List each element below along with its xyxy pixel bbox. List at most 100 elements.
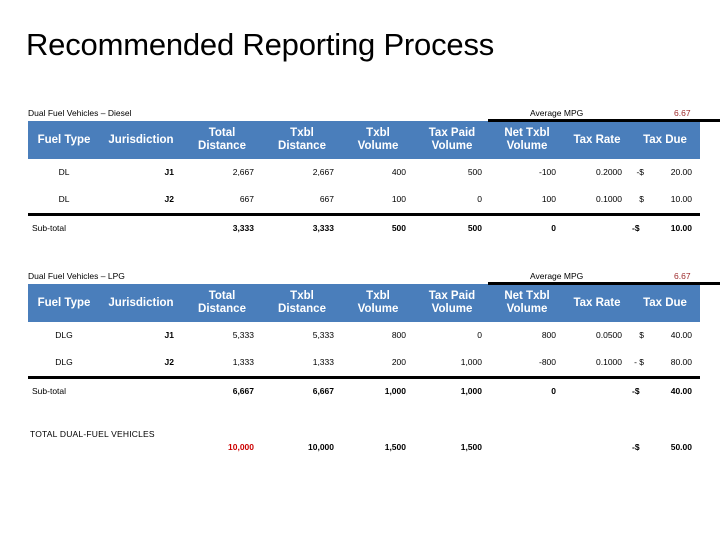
cell-tax-rate xyxy=(564,213,630,241)
cell-tax-due: 20.00 xyxy=(670,167,693,177)
column-header-tax-paid-volume[interactable]: Tax Paid Volume xyxy=(414,121,490,159)
column-header-txbl-distance[interactable]: Txbl Distance xyxy=(262,121,342,159)
cell-tax-paid-volume: 1,000 xyxy=(414,376,490,404)
cell-fuel-type: DLG xyxy=(55,357,73,367)
cell-fuel-type: DLG xyxy=(55,330,73,340)
cell-txbl-volume: 1,000 xyxy=(342,376,414,404)
table-block-diesel: Dual Fuel Vehicles – Diesel Average MPG … xyxy=(28,108,720,241)
column-header-line2: Volume xyxy=(357,140,399,152)
column-header-line2: Distance xyxy=(278,303,326,315)
cell-txbl-distance: 3,333 xyxy=(262,213,342,241)
cell-tax-rate: 0.1000 xyxy=(596,357,622,367)
cell-tax-due-sign: - $ xyxy=(634,357,644,367)
slide-canvas: Recommended Reporting Process Dual Fuel … xyxy=(0,0,720,540)
column-header-line1: Tax Paid xyxy=(428,290,476,302)
column-header-jurisdiction[interactable]: Jurisdiction xyxy=(100,121,182,159)
grand-total-table: TOTAL DUAL-FUEL VEHICLES 10,000 10,000 1… xyxy=(28,415,700,453)
column-header-line2: Volume xyxy=(357,303,399,315)
column-header-txbl-volume[interactable]: Txbl Volume xyxy=(342,121,414,159)
cell-total-distance: 3,333 xyxy=(182,213,262,241)
cell-tax-due: 80.00 xyxy=(670,357,693,367)
average-mpg-label: Average MPG xyxy=(530,271,584,281)
cell-net-txbl-volume: 0 xyxy=(490,213,564,241)
column-header-net-txbl-volume[interactable]: Net Txbl Volume xyxy=(490,121,564,159)
column-header-tax-due[interactable]: Tax Due xyxy=(630,121,701,159)
column-header-tax-paid-volume[interactable]: Tax Paid Volume xyxy=(414,284,490,322)
cell-tax-due-sign: -$ xyxy=(636,167,644,177)
cell-net-txbl-volume: -100 xyxy=(538,167,556,177)
cell-jurisdiction: J2 xyxy=(164,194,174,204)
column-header-line1: Total xyxy=(208,127,236,139)
column-header-line2: Volume xyxy=(506,303,548,315)
mpg-underline-rule xyxy=(488,282,720,285)
cell-total-distance: 6,667 xyxy=(182,376,262,404)
column-header-txbl-volume[interactable]: Txbl Volume xyxy=(342,284,414,322)
table-row[interactable]: DL J1 2,667 2,667 400 500 -100 0.2000 -$… xyxy=(28,159,700,186)
cell-jurisdiction: J2 xyxy=(164,357,174,367)
cell-tax-rate xyxy=(564,376,630,404)
table-row[interactable]: DLG J1 5,333 5,333 800 0 800 0.0500 $ 40… xyxy=(28,322,700,349)
column-header-line1: Txbl xyxy=(366,127,390,139)
cell-txbl-volume: 800 xyxy=(391,330,406,340)
cell-tax-rate xyxy=(564,415,630,453)
cell-txbl-volume: 200 xyxy=(391,357,406,367)
table-row[interactable]: DLG J2 1,333 1,333 200 1,000 -800 0.1000… xyxy=(28,349,700,378)
average-mpg-strip-diesel: Average MPG 6.67 xyxy=(458,108,720,122)
column-header-line1: Tax Paid xyxy=(428,127,476,139)
cell-tax-due: 40.00 xyxy=(670,330,693,340)
grand-total-row: TOTAL DUAL-FUEL VEHICLES 10,000 10,000 1… xyxy=(28,415,700,453)
column-header-line1: Total xyxy=(208,290,236,302)
column-header-jurisdiction[interactable]: Jurisdiction xyxy=(100,284,182,322)
cell-txbl-distance: 667 xyxy=(319,194,334,204)
cell-jurisdiction: J1 xyxy=(164,330,174,340)
cell-subtotal-label: Sub-total xyxy=(28,213,182,241)
cell-tax-paid-volume: 500 xyxy=(414,213,490,241)
table-subtotal-row: Sub-total 6,667 6,667 1,000 1,000 0 -$ 4… xyxy=(28,376,701,404)
cell-tax-rate: 0.0500 xyxy=(596,330,622,340)
column-header-total-distance[interactable]: Total Distance xyxy=(182,121,262,159)
column-header-line2: Volume xyxy=(506,140,548,152)
column-header-tax-due[interactable]: Tax Due xyxy=(630,284,701,322)
column-header-line1: Txbl xyxy=(366,290,390,302)
cell-net-txbl-volume: 0 xyxy=(490,376,564,404)
column-header-line2: Distance xyxy=(278,140,326,152)
column-header-net-txbl-volume[interactable]: Net Txbl Volume xyxy=(490,284,564,322)
table-header-row: Fuel Type Jurisdiction Total Distance Tx… xyxy=(28,121,701,159)
cell-tax-rate: 0.2000 xyxy=(596,167,622,177)
table-block-lpg: Dual Fuel Vehicles – LPG Average MPG 6.6… xyxy=(28,271,720,404)
cell-tax-due-sign: -$ xyxy=(630,376,652,404)
cell-net-txbl-volume: -800 xyxy=(538,357,556,367)
cell-fuel-type: DL xyxy=(58,167,70,177)
cell-tax-due: 50.00 xyxy=(670,442,692,452)
column-header-tax-rate[interactable]: Tax Rate xyxy=(564,284,630,322)
cell-total-distance: 10,000 xyxy=(228,442,254,452)
column-header-tax-rate[interactable]: Tax Rate xyxy=(564,121,630,159)
cell-txbl-volume: 500 xyxy=(342,213,414,241)
cell-total-distance: 1,333 xyxy=(232,357,254,367)
column-header-txbl-distance[interactable]: Txbl Distance xyxy=(262,284,342,322)
page-title: Recommended Reporting Process xyxy=(26,27,495,62)
cell-tax-due-sign: -$ xyxy=(630,213,652,241)
average-mpg-value: 6.67 xyxy=(674,108,691,118)
data-table-lpg: Fuel Type Jurisdiction Total Distance Tx… xyxy=(28,284,701,404)
table-row[interactable]: DL J2 667 667 100 0 100 0.1000 $ 10.00 xyxy=(28,186,700,215)
cell-tax-paid-volume: 1,500 xyxy=(460,442,482,452)
cell-txbl-distance: 2,667 xyxy=(312,167,334,177)
cell-net-txbl-volume: 100 xyxy=(541,194,556,204)
cell-tax-due-sign: -$ xyxy=(632,442,640,452)
cell-tax-paid-volume: 1,000 xyxy=(460,357,482,367)
average-mpg-label: Average MPG xyxy=(530,108,584,118)
column-header-line1: Txbl xyxy=(290,290,314,302)
column-header-total-distance[interactable]: Total Distance xyxy=(182,284,262,322)
column-header-fuel-type[interactable]: Fuel Type xyxy=(28,121,100,159)
grand-total-label: TOTAL DUAL-FUEL VEHICLES xyxy=(30,428,155,439)
cell-tax-paid-volume: 0 xyxy=(477,330,482,340)
cell-fuel-type: DL xyxy=(58,194,70,204)
table-header-row: Fuel Type Jurisdiction Total Distance Tx… xyxy=(28,284,701,322)
cell-total-distance: 2,667 xyxy=(232,167,254,177)
cell-tax-due-sign: $ xyxy=(639,330,644,340)
grand-total-block: TOTAL DUAL-FUEL VEHICLES 10,000 10,000 1… xyxy=(28,415,692,453)
cell-tax-due: 10.00 xyxy=(652,213,701,241)
table-subtotal-row: Sub-total 3,333 3,333 500 500 0 -$ 10.00 xyxy=(28,213,701,241)
column-header-fuel-type[interactable]: Fuel Type xyxy=(28,284,100,322)
